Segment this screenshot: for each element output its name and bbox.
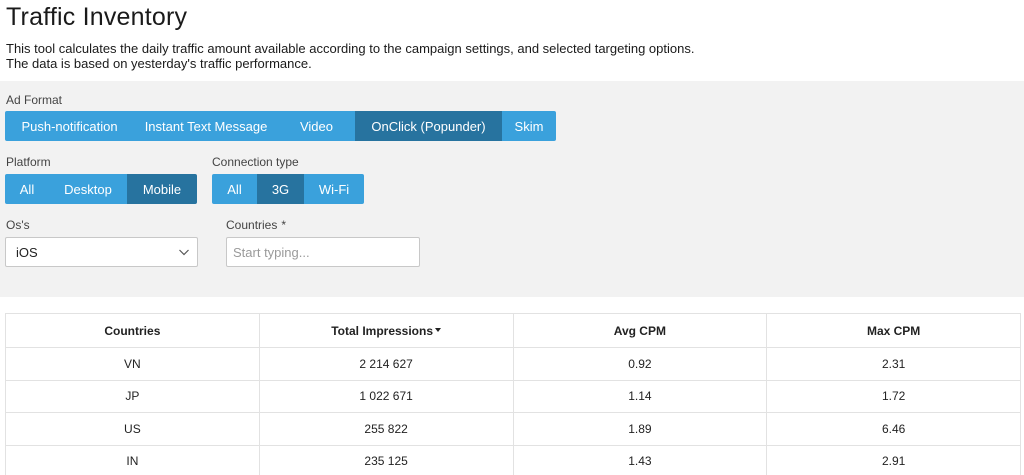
country-cell: US: [5, 412, 260, 446]
column-header-countries[interactable]: Countries: [5, 313, 260, 348]
table-row: VN 2 214 627 0.92 2.31: [5, 347, 1021, 381]
impressions-cell: 2 214 627: [258, 347, 514, 381]
avg-cpm-cell: 1.43: [512, 444, 768, 475]
countries-input[interactable]: [226, 237, 420, 267]
country-cell: VN: [5, 347, 260, 381]
traffic-table: Countries Total Impressions Avg CPM Max …: [5, 313, 1021, 475]
table-row: IN 235 125 1.43 2.91: [5, 444, 1021, 475]
connection-type-button-group: All 3G Wi-Fi: [212, 174, 364, 204]
column-header-avg-cpm[interactable]: Avg CPM: [512, 313, 768, 348]
description-line-1: This tool calculates the daily traffic a…: [6, 41, 695, 56]
avg-cpm-cell: 1.89: [512, 412, 768, 446]
column-header-total-impressions[interactable]: Total Impressions: [258, 313, 514, 348]
platform-button-group: All Desktop Mobile: [5, 174, 197, 204]
connection-all-button[interactable]: All: [212, 174, 257, 204]
countries-label: Countries *: [226, 218, 286, 232]
column-header-max-cpm[interactable]: Max CPM: [766, 313, 1021, 348]
ad-format-button-group: Push-notification Instant Text Message V…: [5, 111, 556, 141]
country-cell: IN: [5, 444, 260, 475]
max-cpm-cell: 2.31: [766, 347, 1021, 381]
os-label: Os's: [6, 218, 30, 232]
ad-format-label: Ad Format: [6, 93, 63, 107]
page-description: This tool calculates the daily traffic a…: [6, 41, 694, 71]
chevron-down-icon: [179, 249, 189, 256]
connection-type-label: Connection type: [212, 155, 299, 169]
impressions-cell: 1 022 671: [258, 379, 514, 413]
column-header-label: Total Impressions: [331, 323, 434, 338]
impressions-cell: 255 822: [258, 412, 514, 446]
impressions-cell: 235 125: [258, 444, 514, 475]
os-select[interactable]: iOS: [5, 237, 198, 267]
max-cpm-cell: 2.91: [766, 444, 1021, 475]
country-cell: JP: [5, 379, 260, 413]
connection-wifi-button[interactable]: Wi-Fi: [304, 174, 364, 204]
connection-3g-button[interactable]: 3G: [257, 174, 304, 204]
platform-label: Platform: [6, 155, 51, 169]
table-header-row: Countries Total Impressions Avg CPM Max …: [5, 313, 1021, 348]
required-mark: *: [281, 218, 287, 232]
avg-cpm-cell: 0.92: [512, 347, 768, 381]
sort-desc-icon: [435, 328, 442, 333]
page-title: Traffic Inventory: [6, 3, 188, 31]
ad-format-instant-text-message-button[interactable]: Instant Text Message: [134, 111, 278, 141]
avg-cpm-cell: 1.14: [512, 379, 768, 413]
os-select-value: iOS: [16, 244, 38, 260]
platform-desktop-button[interactable]: Desktop: [49, 174, 127, 204]
max-cpm-cell: 1.72: [766, 379, 1021, 413]
platform-all-button[interactable]: All: [5, 174, 49, 204]
ad-format-video-button[interactable]: Video: [278, 111, 355, 141]
ad-format-onclick-popunder-button[interactable]: OnClick (Popunder): [355, 111, 502, 141]
platform-mobile-button[interactable]: Mobile: [127, 174, 197, 204]
ad-format-skim-button[interactable]: Skim: [502, 111, 556, 141]
description-line-2: The data is based on yesterday's traffic…: [6, 56, 312, 71]
max-cpm-cell: 6.46: [766, 412, 1021, 446]
countries-label-text: Countries: [226, 218, 278, 232]
table-row: JP 1 022 671 1.14 1.72: [5, 379, 1021, 413]
ad-format-push-notification-button[interactable]: Push-notification: [5, 111, 134, 141]
table-row: US 255 822 1.89 6.46: [5, 412, 1021, 446]
